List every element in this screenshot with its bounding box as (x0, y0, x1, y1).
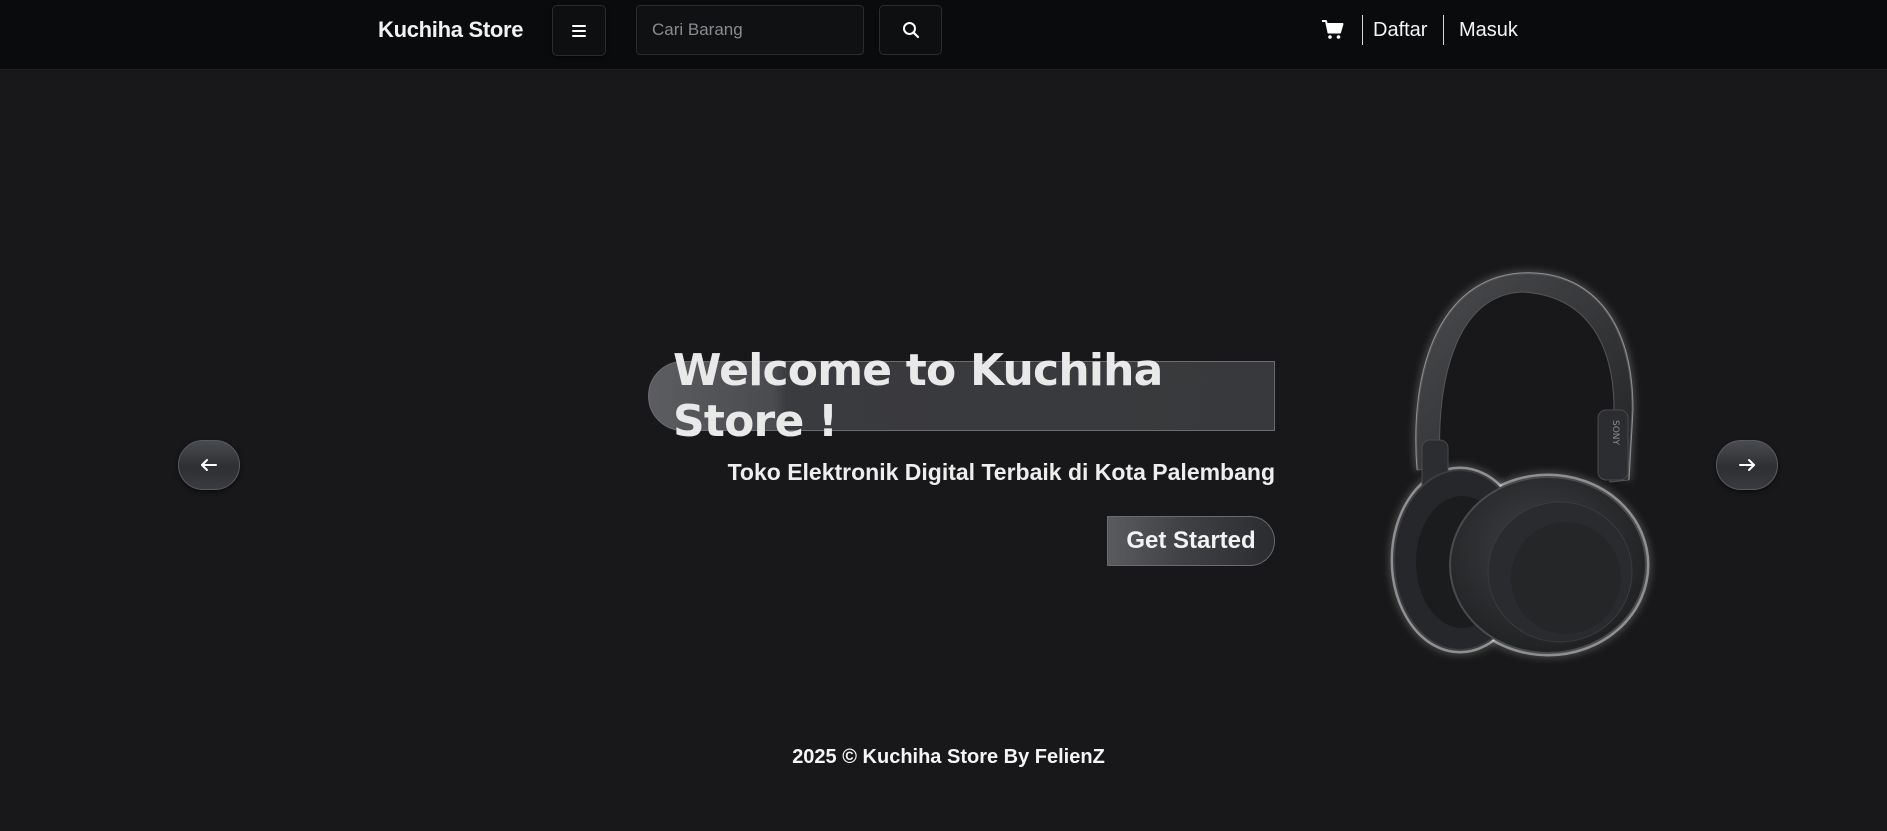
brand-logo[interactable]: Kuchiha Store (378, 17, 524, 43)
footer-copyright: 2025 © Kuchiha Store By FelienZ (792, 746, 1105, 768)
login-link[interactable]: Masuk (1459, 19, 1518, 42)
carousel-next-button[interactable] (1716, 440, 1778, 490)
arrow-left-icon (201, 459, 217, 471)
cart-button[interactable] (1321, 18, 1345, 42)
navbar: Kuchiha Store Daftar Masuk (0, 0, 1887, 70)
search-icon (902, 22, 919, 39)
search-input[interactable] (636, 5, 864, 55)
arrow-right-icon (1739, 459, 1755, 471)
hero-title-banner: Welcome to Kuchiha Store ! (648, 345, 1275, 447)
hamburger-icon (572, 24, 586, 37)
search-button[interactable] (879, 5, 942, 55)
headphones-image: SONY (1390, 272, 1650, 657)
footer: 2025 © Kuchiha Store By FelienZ (0, 746, 1887, 769)
nav-divider (1362, 15, 1363, 45)
hero-title: Welcome to Kuchiha Store ! (673, 345, 1163, 447)
nav-divider (1443, 15, 1444, 45)
register-link[interactable]: Daftar (1373, 19, 1427, 42)
cart-icon (1322, 20, 1344, 39)
get-started-button[interactable]: Get Started (1107, 516, 1275, 566)
brand-mark: SONY (1610, 420, 1620, 446)
menu-button[interactable] (552, 5, 606, 56)
hero-subtitle: Toko Elektronik Digital Terbaik di Kota … (727, 459, 1275, 485)
carousel-prev-button[interactable] (178, 440, 240, 490)
